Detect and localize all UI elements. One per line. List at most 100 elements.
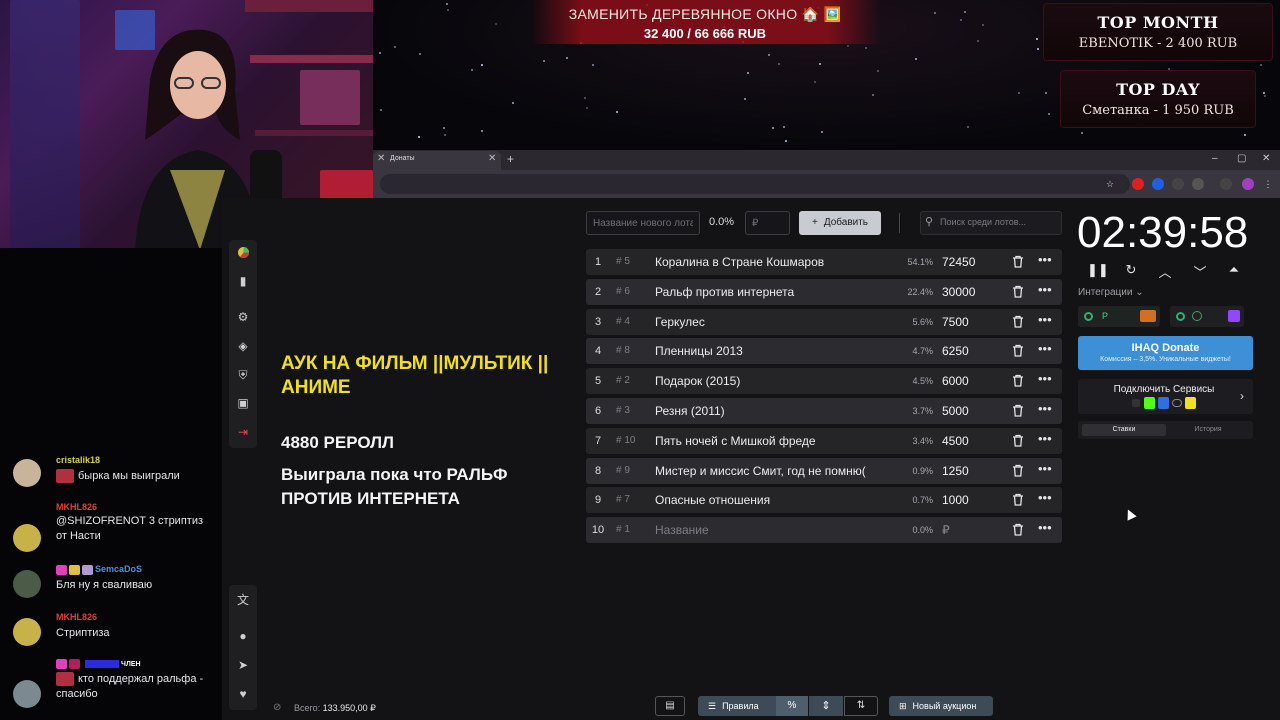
lot-row[interactable]: 4 # 8 Пленницы 2013 4.7% 6250 ••• [586, 338, 1062, 365]
more-icon[interactable]: ••• [1038, 520, 1052, 535]
integration-donatepay[interactable]: P [1078, 306, 1160, 327]
trash-icon[interactable] [1012, 434, 1024, 447]
balance-icon[interactable]: ⇕ [809, 696, 843, 716]
lot-name[interactable]: Коралина в Стране Кошмаров [655, 255, 824, 269]
download-icon[interactable] [1220, 178, 1232, 190]
ihaq-donate-card[interactable]: IHAQ Donate Комиссия – 3,5%. Уникальные … [1078, 336, 1253, 370]
lot-name[interactable]: Пять ночей с Мишкой фреде [655, 434, 816, 448]
chat-username[interactable]: член [56, 658, 141, 669]
more-icon[interactable]: ••• [1038, 312, 1052, 327]
lot-amount[interactable]: 5000 [942, 404, 969, 418]
lot-name[interactable]: Резня (2011) [655, 404, 725, 418]
tab-history[interactable]: История [1166, 424, 1250, 436]
trash-icon[interactable] [1012, 374, 1024, 387]
lot-row[interactable]: 6 # 3 Резня (2011) 3.7% 5000 ••• [586, 398, 1062, 424]
lot-name[interactable]: Пленницы 2013 [655, 344, 743, 358]
menu-icon[interactable]: ⋮ [1262, 178, 1274, 190]
lot-row[interactable]: 1 # 5 Коралина в Стране Кошмаров 54.1% 72450… [586, 249, 1062, 275]
lot-row[interactable]: 5 # 2 Подарок (2015) 4.5% 6000 ••• [586, 368, 1062, 395]
lot-row[interactable]: 7 # 10 Пять ночей с Мишкой фреде 3.4% 4500 ••… [586, 427, 1062, 454]
lot-amount[interactable]: 4500 [942, 434, 969, 448]
extension-icon[interactable] [1152, 178, 1164, 190]
close-window-button[interactable]: ✕ [1262, 153, 1270, 164]
save-button[interactable]: ▤ [655, 696, 685, 716]
new-auction-button[interactable]: ⊞ Новый аукцион [889, 696, 993, 716]
trash-icon[interactable] [1012, 315, 1024, 328]
lot-name[interactable]: Мистер и миссис Смит, год не помню( [655, 464, 866, 478]
lot-amount[interactable]: 6250 [942, 344, 969, 358]
tab-close-icon[interactable]: ✕ [488, 153, 496, 164]
layers-icon[interactable]: ◈ [229, 335, 257, 357]
trash-icon[interactable] [1012, 255, 1024, 268]
lot-amount[interactable]: 30000 [942, 285, 975, 299]
more-icon[interactable]: ••• [1038, 401, 1052, 416]
connect-services-card[interactable]: Подключить Сервисы › [1078, 379, 1253, 414]
double-up-icon[interactable]: ⏶ [1224, 262, 1244, 278]
tab-title[interactable]: Донаты [390, 155, 415, 162]
lot-amount[interactable]: 6000 [942, 374, 969, 388]
more-icon[interactable]: ••• [1038, 371, 1052, 386]
chat-username[interactable]: cristalik18 [56, 455, 100, 465]
more-icon[interactable]: ••• [1038, 431, 1052, 446]
trash-icon[interactable] [1012, 523, 1024, 536]
extension-icon[interactable] [1132, 178, 1144, 190]
telegram-icon[interactable]: ➤ [229, 654, 257, 676]
more-icon[interactable]: ••• [1038, 341, 1052, 356]
pause-icon[interactable]: ❚❚ [1087, 262, 1109, 278]
puzzle-icon[interactable] [1192, 178, 1204, 190]
integrations-dropdown[interactable]: Интеграции ⌄ [1078, 287, 1144, 298]
lot-amount[interactable]: ₽ [942, 523, 950, 537]
chat-username[interactable]: SemcaDoS [56, 564, 142, 575]
pie-chart-icon[interactable] [229, 243, 257, 265]
more-icon[interactable]: ••• [1038, 282, 1052, 297]
new-tab-button[interactable]: + [507, 152, 514, 166]
tab-bids[interactable]: Ставки [1082, 424, 1166, 436]
add-lot-button[interactable]: + Добавить [799, 211, 881, 235]
lot-row[interactable]: 2 # 6 Ральф против интернета 22.4% 30000 ••• [586, 278, 1062, 305]
chevron-up-icon[interactable]: ︿ [1155, 262, 1175, 280]
address-bar[interactable] [380, 174, 1130, 194]
lot-row[interactable]: 9 # 7 Опасные отношения 0.7% 1000 ••• [586, 487, 1062, 514]
lot-name[interactable]: Подарок (2015) [655, 374, 740, 388]
lot-amount[interactable]: 72450 [942, 255, 975, 269]
hide-icon[interactable]: ⊘ [273, 702, 281, 713]
extension-icon[interactable] [1172, 178, 1184, 190]
gear-icon[interactable]: ⚙ [229, 306, 257, 328]
integration-twitch[interactable] [1170, 306, 1244, 327]
trash-icon[interactable] [1012, 344, 1024, 358]
bar-chart-icon[interactable]: ▮ [229, 270, 257, 292]
minimize-button[interactable]: – [1212, 153, 1218, 164]
trash-icon[interactable] [1012, 464, 1024, 477]
lot-name[interactable]: Геркулес [655, 315, 705, 329]
lot-amount[interactable]: 1250 [942, 464, 969, 478]
translate-icon[interactable]: 文 [229, 589, 257, 611]
lot-name[interactable]: Название [655, 523, 709, 537]
media-icon[interactable]: ▣ [229, 392, 257, 414]
chat-username[interactable]: MKHL826 [56, 502, 97, 512]
lot-name[interactable]: Опасные отношения [655, 493, 770, 507]
reset-icon[interactable]: ↻ [1121, 262, 1141, 278]
lot-row[interactable]: 8 # 9 Мистер и миссис Смит, год не помню(0… [586, 457, 1062, 484]
star-icon[interactable]: ☆ [1104, 178, 1116, 190]
sort-icon[interactable]: ⇅ [844, 696, 878, 716]
more-icon[interactable]: ••• [1038, 461, 1052, 476]
donate-icon[interactable]: ♥ [229, 683, 257, 705]
maximize-button[interactable]: ▢ [1237, 153, 1246, 164]
chat-username[interactable]: MKHL826 [56, 612, 97, 622]
new-lot-amount-input[interactable] [745, 211, 790, 235]
github-icon[interactable]: ● [229, 625, 257, 647]
shield-icon[interactable]: ⛨ [229, 364, 257, 386]
more-icon[interactable]: ••• [1038, 490, 1052, 505]
lot-row[interactable]: 3 # 4 Геркулес 5.6% 7500 ••• [586, 308, 1062, 335]
chevron-down-icon[interactable]: ﹀ [1190, 262, 1210, 280]
logout-icon[interactable]: ⇥ [229, 421, 257, 443]
more-icon[interactable]: ••• [1038, 252, 1052, 267]
lot-amount[interactable]: 7500 [942, 315, 969, 329]
trash-icon[interactable] [1012, 404, 1024, 417]
profile-avatar[interactable] [1242, 178, 1254, 190]
lot-amount[interactable]: 1000 [942, 493, 969, 507]
trash-icon[interactable] [1012, 285, 1024, 298]
percent-toggle[interactable]: % [776, 696, 808, 716]
trash-icon[interactable] [1012, 493, 1024, 507]
new-lot-name-input[interactable] [586, 211, 700, 235]
